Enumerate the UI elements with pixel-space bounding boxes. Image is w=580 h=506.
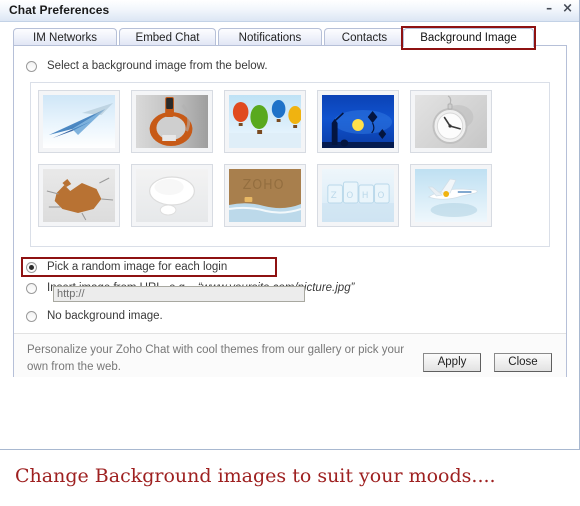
thumbnail-cracked-earth[interactable] [38, 164, 120, 227]
thumbnail-paper-airplane[interactable] [38, 90, 120, 153]
window-controls: – × [546, 1, 573, 16]
radio-insert-url[interactable] [26, 282, 37, 294]
close-icon[interactable]: × [562, 2, 573, 16]
apply-button[interactable]: Apply [423, 353, 481, 372]
radio-no-background[interactable] [26, 310, 37, 322]
thumbnail-kite-flying[interactable] [317, 90, 399, 153]
tab-strip: IM Networks Embed Chat Notifications Con… [0, 22, 580, 50]
thumbnail-pocket-watch[interactable] [410, 90, 492, 153]
radio-random-image[interactable] [26, 261, 37, 273]
svg-text:O: O [377, 191, 384, 201]
tab-background-image[interactable]: Background Image [403, 28, 534, 47]
minimize-icon[interactable]: – [546, 1, 552, 15]
svg-text:H: H [362, 191, 369, 201]
radio-select-from-gallery[interactable] [26, 60, 37, 72]
option-no-background[interactable]: No background image. [26, 310, 163, 322]
thumbnail-jet-airplane[interactable] [410, 164, 492, 227]
thumbnail-grid: ZOHO Z O H O [38, 90, 549, 227]
option-select-from-gallery[interactable]: Select a background image from the below… [26, 60, 268, 72]
thumbnail-speech-bubble[interactable] [131, 164, 213, 227]
screenshot-root: Chat Preferences – × IM Networks Embed C… [0, 0, 580, 506]
background-image-panel: Select a background image from the below… [13, 45, 567, 377]
option-no-background-label: No background image. [47, 310, 163, 322]
option-random-image-label: Pick a random image for each login [47, 261, 228, 273]
svg-text:O: O [346, 191, 353, 201]
option-select-from-gallery-label: Select a background image from the below… [47, 60, 268, 72]
close-button[interactable]: Close [494, 353, 552, 372]
svg-text:Z: Z [331, 191, 337, 201]
footer-description: Personalize your Zoho Chat with cool the… [27, 344, 405, 373]
background-url-input[interactable] [53, 286, 305, 302]
chat-preferences-window: Chat Preferences – × IM Networks Embed C… [0, 0, 580, 450]
window-title-bar: Chat Preferences – × [0, 0, 579, 22]
annotation-caption: Change Background images to suit your mo… [15, 465, 496, 487]
thumbnail-electric-guitar[interactable] [131, 90, 213, 153]
option-random-image[interactable]: Pick a random image for each login [26, 261, 227, 273]
window-title: Chat Preferences [9, 3, 110, 17]
thumbnail-zoho-ice-cubes[interactable]: ZO HO [317, 164, 399, 227]
thumbnail-gallery: ZOHO Z O H O [30, 82, 550, 247]
svg-text:ZOHO: ZOHO [243, 178, 285, 193]
thumbnail-zoho-sand[interactable]: ZOHO [224, 164, 306, 227]
thumbnail-hot-air-balloons[interactable] [224, 90, 306, 153]
footer-buttons: Apply Close [423, 353, 552, 372]
